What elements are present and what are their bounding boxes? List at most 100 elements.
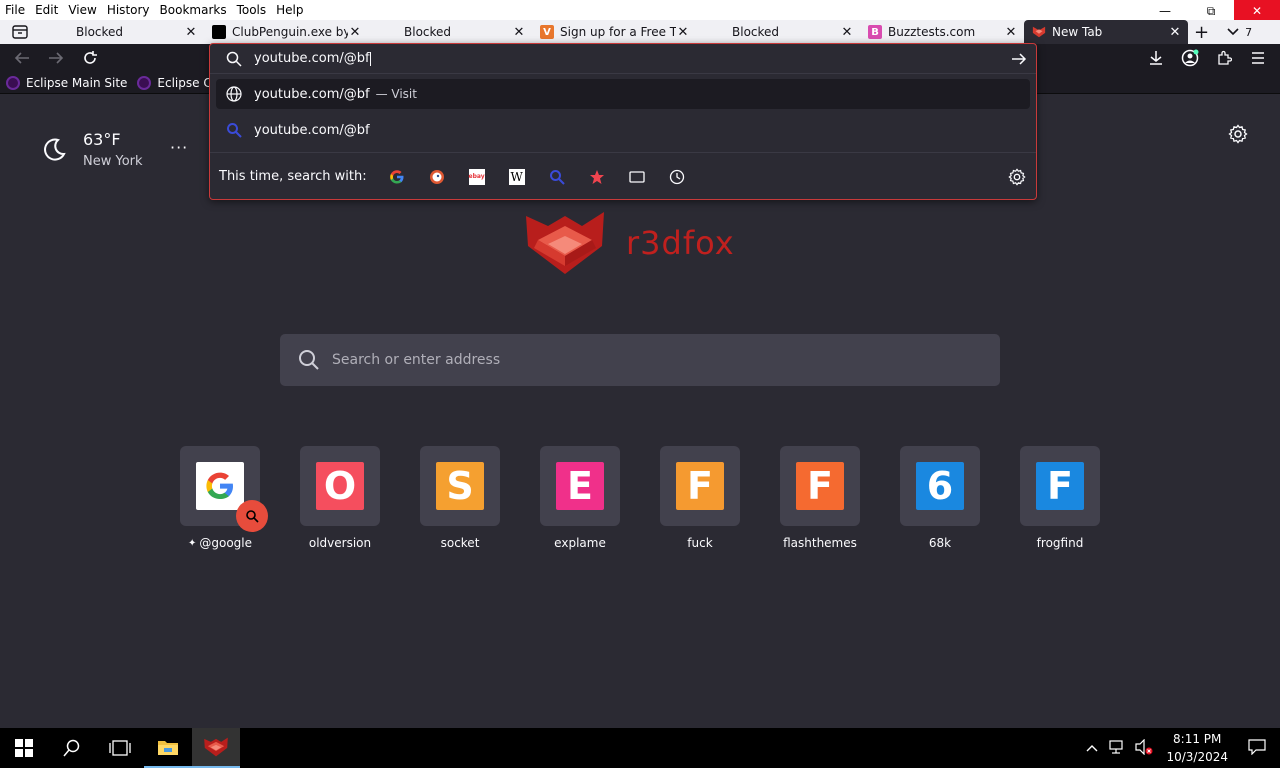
downloads-button[interactable]: [1146, 48, 1166, 68]
tile-label: fuck: [687, 536, 713, 550]
top-site-frogfind[interactable]: F frogfind: [1020, 446, 1100, 550]
file-explorer-button[interactable]: [144, 728, 192, 768]
flashthemes-icon: F: [796, 462, 844, 510]
oneoff-google[interactable]: [377, 163, 417, 191]
urlbar-result-search[interactable]: youtube.com/@bf: [216, 115, 1030, 145]
menu-history[interactable]: History: [102, 3, 155, 17]
top-site-68k[interactable]: 6 68k: [900, 446, 980, 550]
app-menu-button[interactable]: [1248, 48, 1268, 68]
top-site-google[interactable]: ✦ @google: [180, 446, 268, 550]
oneoff-bookmarks[interactable]: [577, 163, 617, 191]
search-one-offs: This time, search with: ebay W: [210, 152, 1036, 200]
oneoff-search[interactable]: [537, 163, 577, 191]
tab-clubpenguin[interactable]: ClubPenguin.exe by ✕: [204, 20, 368, 44]
tab-close-icon[interactable]: ✕: [1168, 25, 1182, 40]
globe-icon: [226, 86, 242, 102]
tab-groups-button[interactable]: [0, 20, 40, 44]
top-site-oldversion[interactable]: O oldversion: [300, 446, 380, 550]
ebay-icon: ebay: [469, 168, 485, 185]
top-site-socket[interactable]: S socket: [420, 446, 500, 550]
title-bar: File Edit View History Bookmarks Tools H…: [0, 0, 1280, 44]
tab-blocked-1[interactable]: Blocked ✕: [40, 20, 204, 44]
extensions-button[interactable]: [1214, 48, 1234, 68]
start-button[interactable]: [0, 728, 48, 768]
gear-icon: [1228, 124, 1248, 144]
top-site-fuck[interactable]: F fuck: [660, 446, 740, 550]
oneoff-tabs[interactable]: [617, 163, 657, 191]
gear-icon[interactable]: [1008, 168, 1026, 186]
reload-button[interactable]: [80, 48, 100, 68]
volume-muted-icon[interactable]: [1134, 738, 1154, 758]
tab-signup[interactable]: V Sign up for a Free Tr ✕: [532, 20, 696, 44]
oneoff-duckduckgo[interactable]: [417, 163, 457, 191]
clock-time: 8:11 PM: [1173, 732, 1222, 746]
taskbar-search-button[interactable]: [48, 728, 96, 768]
tab-blocked-2[interactable]: Blocked ✕: [368, 20, 532, 44]
window-controls: — ⧉ ✕: [1142, 0, 1280, 22]
tab-tray-icon: [12, 25, 28, 39]
tab-title: Blocked: [76, 25, 124, 39]
68k-icon: 6: [916, 462, 964, 510]
folder-icon: [158, 741, 178, 755]
show-hidden-icons-chevron-icon[interactable]: [1086, 741, 1098, 755]
account-button[interactable]: [1180, 48, 1200, 68]
puzzle-icon: [1218, 50, 1232, 65]
network-icon[interactable]: [1108, 739, 1126, 758]
tab-close-icon[interactable]: ✕: [676, 25, 690, 40]
menu-tools[interactable]: Tools: [232, 3, 272, 17]
tab-close-icon[interactable]: ✕: [348, 25, 362, 40]
forward-button[interactable]: [46, 48, 66, 68]
r3dfox-taskbar-button[interactable]: [192, 728, 240, 768]
menu-view[interactable]: View: [63, 3, 101, 17]
urlbar[interactable]: youtube.com/@bf: [210, 44, 1036, 74]
newtab-settings-button[interactable]: [1228, 124, 1248, 144]
tab-close-icon[interactable]: ✕: [184, 25, 198, 40]
urlbar-result-visit[interactable]: youtube.com/@bf — Visit: [216, 79, 1030, 109]
weather-more-options[interactable]: ···: [170, 138, 188, 157]
notifications-icon[interactable]: [1248, 738, 1266, 758]
oneoff-ebay[interactable]: ebay: [457, 163, 497, 191]
tab-close-icon[interactable]: ✕: [1004, 25, 1018, 40]
back-button[interactable]: [12, 48, 32, 68]
top-sites: ✦ @google O oldversion S socket E explam…: [180, 446, 1100, 550]
top-site-flashthemes[interactable]: F flashthemes: [780, 446, 860, 550]
oneoff-history[interactable]: [657, 163, 697, 191]
tile-label: 68k: [928, 536, 952, 550]
pin-icon: ✦: [187, 537, 197, 549]
top-site-explame[interactable]: E explame: [540, 446, 620, 550]
minimize-button[interactable]: —: [1142, 0, 1188, 22]
oneoff-wikipedia[interactable]: W: [497, 163, 537, 191]
menu-file[interactable]: File: [0, 3, 30, 17]
search-icon: [299, 350, 319, 370]
forward-arrow-icon: [49, 52, 64, 64]
orange-v-icon: V: [540, 25, 554, 39]
one-off-label: This time, search with:: [219, 169, 367, 184]
tab-title: New Tab: [1052, 25, 1103, 39]
newtab-search-box[interactable]: [280, 334, 1000, 386]
menu-bookmarks[interactable]: Bookmarks: [155, 3, 232, 17]
tile-box: F: [1020, 446, 1100, 526]
fuck-icon: F: [676, 462, 724, 510]
new-tab-plus-icon[interactable]: +: [1194, 22, 1209, 43]
tab-close-icon[interactable]: ✕: [840, 25, 854, 40]
search-icon: [226, 51, 242, 67]
menu-help[interactable]: Help: [271, 3, 308, 17]
task-view-button[interactable]: [96, 728, 144, 768]
tab-title: Blocked: [404, 25, 452, 39]
tab-blocked-3[interactable]: Blocked ✕: [696, 20, 860, 44]
taskbar-clock[interactable]: 8:11 PM 10/3/2024: [1166, 730, 1228, 766]
tab-new-tab[interactable]: New Tab ✕: [1024, 20, 1188, 44]
urlbar-input[interactable]: youtube.com/@bf: [254, 51, 371, 66]
bookmark-eclipse-main[interactable]: Eclipse Main Site: [6, 75, 127, 90]
account-icon: [1181, 49, 1199, 67]
close-window-button[interactable]: ✕: [1234, 0, 1280, 22]
moon-icon: [44, 138, 66, 161]
tab-buzztests[interactable]: B Buzztests.com ✕: [860, 20, 1024, 44]
go-arrow-icon[interactable]: [1010, 50, 1028, 68]
tab-close-icon[interactable]: ✕: [512, 25, 526, 40]
back-arrow-icon: [14, 52, 29, 64]
all-tabs-chevron-icon[interactable]: 7: [1227, 26, 1252, 39]
menu-edit[interactable]: Edit: [30, 3, 63, 17]
newtab-search-input[interactable]: [332, 352, 932, 368]
restore-button[interactable]: ⧉: [1188, 0, 1234, 22]
